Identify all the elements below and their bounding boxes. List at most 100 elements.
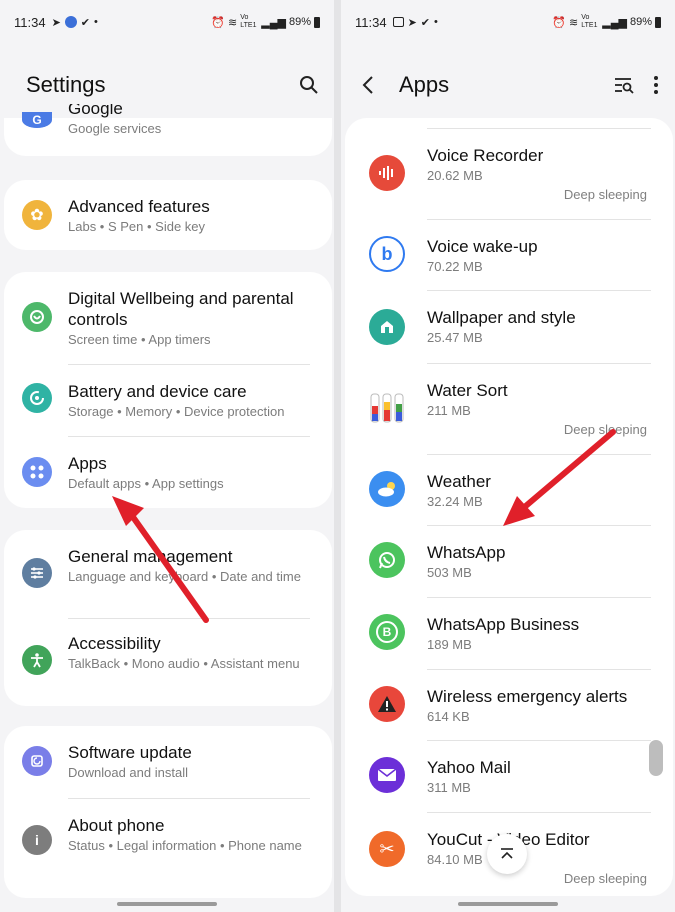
- software-update-icon: [22, 746, 52, 776]
- emergency-alert-icon: [369, 686, 405, 722]
- apps-header: Apps: [341, 62, 675, 108]
- battery-percent: 89%: [629, 16, 652, 28]
- notification-icons: ➤ ✔ •: [392, 16, 438, 29]
- app-size: 20.62 MB: [427, 168, 483, 183]
- bixby-icon: b: [369, 236, 405, 272]
- battery-icon: [655, 16, 661, 28]
- item-subtitle: Storage • Memory • Device protection: [68, 404, 285, 419]
- apps-icon: [22, 457, 52, 487]
- network-label: Vo LTE1: [240, 14, 257, 29]
- app-name: Wallpaper and style: [427, 308, 576, 327]
- app-name: Voice wake-up: [427, 237, 538, 256]
- settings-item-apps[interactable]: Apps Default apps • App settings: [4, 437, 332, 508]
- item-title: Google: [68, 104, 123, 118]
- signal-icon: ▂▄▆: [261, 16, 286, 29]
- search-icon[interactable]: [298, 74, 320, 96]
- app-item-weather[interactable]: Weather 32.24 MB: [345, 455, 673, 525]
- app-item-water-sort[interactable]: Water Sort 211 MB Deep sleeping: [345, 364, 673, 454]
- voice-recorder-icon: [369, 155, 405, 191]
- system-icons: ⏰ ≋ Vo LTE1 ▂▄▆ 89%: [552, 14, 661, 30]
- deep-sleeping-label: Deep sleeping: [563, 871, 647, 886]
- app-name: Yahoo Mail: [427, 758, 511, 777]
- settings-header: Settings: [0, 62, 334, 108]
- card-advanced: ✿ Advanced features Labs • S Pen • Side …: [4, 180, 332, 250]
- app-size: 70.22 MB: [427, 259, 483, 274]
- item-title: Advanced features: [68, 197, 210, 216]
- telegram-icon: ➤: [51, 16, 61, 29]
- battery-percent: 89%: [288, 16, 311, 28]
- app-size: 32.24 MB: [427, 494, 483, 509]
- youcut-icon: ✂: [369, 831, 405, 867]
- check-icon: ✔: [80, 16, 91, 29]
- filter-search-icon[interactable]: [613, 74, 635, 96]
- app-size: 25.47 MB: [427, 330, 483, 345]
- app-name: Voice Recorder: [427, 146, 544, 165]
- status-bar: 11:34 ➤ ✔ • ⏰ ≋ Vo LTE1 ▂▄▆ 89%: [341, 0, 675, 44]
- app-size: 84.10 MB: [427, 852, 483, 867]
- app-item-whatsapp[interactable]: WhatsApp 503 MB: [345, 526, 673, 597]
- app-item-wireless-emergency-alerts[interactable]: Wireless emergency alerts 614 KB: [345, 670, 673, 740]
- settings-item-software-update[interactable]: Software update Download and install: [4, 726, 332, 798]
- app-size: 614 KB: [427, 709, 470, 724]
- wallpaper-icon: [369, 309, 405, 345]
- app-item-voice-wake-up[interactable]: b Voice wake-up 70.22 MB: [345, 220, 673, 290]
- app-name: Wireless emergency alerts: [427, 687, 628, 706]
- wifi-icon: ≋: [228, 16, 238, 29]
- item-title: Digital Wellbeing and parental controls: [68, 289, 294, 329]
- gallery-icon: [392, 17, 404, 27]
- app-size: 311 MB: [427, 780, 471, 795]
- wellbeing-icon: [22, 302, 52, 332]
- app-item-voice-recorder[interactable]: Voice Recorder 20.62 MB Deep sleeping: [345, 129, 673, 219]
- card-google: G Google Google services: [4, 104, 332, 156]
- app-item-yahoo-mail[interactable]: Yahoo Mail 311 MB: [345, 741, 673, 812]
- item-subtitle: Screen time • App timers: [68, 332, 211, 347]
- scroll-to-top-button[interactable]: [487, 834, 527, 874]
- settings-item-google[interactable]: G Google Google services: [4, 104, 332, 156]
- settings-item-battery[interactable]: Battery and device care Storage • Memory…: [4, 365, 332, 436]
- alarm-icon: ⏰: [211, 16, 226, 29]
- settings-item-about-phone[interactable]: i About phone Status • Legal information…: [4, 799, 332, 898]
- notification-icons: ➤ ✔ •: [52, 16, 98, 29]
- app-name: WhatsApp: [427, 543, 506, 562]
- item-subtitle: Default apps • App settings: [68, 476, 224, 491]
- item-title: Apps: [68, 454, 107, 473]
- app-name: YouCut - Video Editor: [427, 830, 590, 849]
- about-phone-icon: i: [22, 825, 52, 855]
- settings-item-accessibility[interactable]: Accessibility TalkBack • Mono audio • As…: [4, 619, 332, 706]
- card-about: Software update Download and install i A…: [4, 726, 332, 898]
- card-device: Digital Wellbeing and parental controls …: [4, 272, 332, 508]
- app-size: 503 MB: [427, 565, 472, 580]
- item-subtitle: Labs • S Pen • Side key: [68, 219, 206, 234]
- weather-icon: [369, 471, 405, 507]
- settings-item-advanced-features[interactable]: ✿ Advanced features Labs • S Pen • Side …: [4, 180, 332, 250]
- status-time: 11:34: [355, 14, 387, 30]
- battery-care-icon: [22, 383, 52, 413]
- app-item-whatsapp-business[interactable]: B WhatsApp Business 189 MB: [345, 598, 673, 669]
- app-name: Water Sort: [427, 381, 508, 400]
- app-size: 211 MB: [427, 403, 471, 418]
- fast-scroll-handle[interactable]: [649, 740, 663, 776]
- whatsapp-icon: [369, 542, 405, 578]
- status-bar: 11:34 ➤ ✔ • ⏰ ≋ Vo LTE1 ▂▄▆ 89%: [0, 0, 334, 44]
- deep-sleeping-label: Deep sleeping: [563, 422, 647, 437]
- settings-screen: 11:34 ➤ ✔ • ⏰ ≋ Vo LTE1 ▂▄▆ 89% Settings: [0, 0, 334, 912]
- home-indicator[interactable]: [117, 902, 217, 906]
- more-options-icon[interactable]: [651, 76, 661, 94]
- app-list: Voice Recorder 20.62 MB Deep sleeping b …: [345, 118, 673, 896]
- alarm-icon: ⏰: [552, 16, 567, 29]
- accessibility-icon: [22, 645, 52, 675]
- item-subtitle: Download and install: [68, 765, 188, 780]
- app-item-wallpaper-and-style[interactable]: Wallpaper and style 25.47 MB: [345, 291, 673, 363]
- settings-item-general-management[interactable]: General management Language and keyboard…: [4, 530, 332, 618]
- item-subtitle: Language and keyboard • Date and time: [68, 569, 301, 584]
- telegram-icon: ➤: [407, 16, 417, 29]
- item-title: Software update: [68, 743, 192, 762]
- signal-icon: ▂▄▆: [602, 16, 627, 29]
- home-indicator[interactable]: [458, 902, 558, 906]
- system-icons: ⏰ ≋ Vo LTE1 ▂▄▆ 89%: [211, 14, 320, 30]
- apps-screen: 11:34 ➤ ✔ • ⏰ ≋ Vo LTE1 ▂▄▆ 89% Apps Voi…: [341, 0, 675, 912]
- network-label: Vo LTE1: [581, 14, 598, 29]
- back-icon[interactable]: [361, 73, 385, 97]
- dot-icon: •: [94, 16, 98, 28]
- settings-item-digital-wellbeing[interactable]: Digital Wellbeing and parental controls …: [4, 272, 332, 364]
